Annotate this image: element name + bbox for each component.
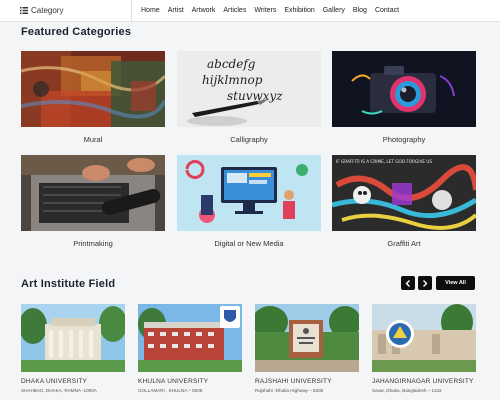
nav-link-exhibition[interactable]: Exhibition [284,7,314,14]
institute-name-khulna: KHULNA UNIVERSITY [138,378,209,385]
institute-name-rajshahi: RAJSHAHI UNIVERSITY [255,378,332,385]
nav-link-artwork[interactable]: Artwork [192,7,216,14]
carousel-prev-button[interactable] [401,276,415,290]
calligraphy-line-1: abcdefg [207,57,256,71]
dhaka-university-image [21,304,125,372]
nav-link-contact[interactable]: Contact [375,7,399,14]
graffiti-art-image: IF GRAFFITI IS A CRIME, LET GOD FORGIVE … [332,155,476,231]
category-card-digital-media[interactable]: Digital or New Media [177,155,321,248]
institute-address-dhaka: SHAHBAG, DHAKA, RAMNA -1000A [21,388,97,393]
category-label-printmaking: Printmaking [73,239,113,248]
category-card-calligraphy[interactable]: abcdefg hijklmnop stuvwxyz Calligraphy [177,51,321,144]
nav-link-artist[interactable]: Artist [168,7,184,14]
nav-link-blog[interactable]: Blog [353,7,367,14]
carousel-next-button[interactable] [418,276,432,290]
digital-media-image [177,155,321,231]
institute-name-dhaka: DHAKA UNIVERSITY [21,378,88,385]
category-card-mural[interactable]: Mural [21,51,165,144]
chevron-left-icon [405,279,410,287]
nav-link-home[interactable]: Home [141,7,160,14]
category-card-printmaking[interactable]: Printmaking [21,155,165,248]
institute-card-dhaka[interactable]: DHAKA UNIVERSITY SHAHBAG, DHAKA, RAMNA -… [21,304,125,393]
institute-address-jahangirnagar: Savar, Dhaka, Bangladesh – 1342 [372,388,442,393]
nav-link-gallery[interactable]: Gallery [323,7,345,14]
featured-categories-heading: Featured Categories [21,26,132,38]
category-label-mural: Mural [83,135,103,144]
printmaking-image [21,155,165,231]
view-all-button[interactable]: View All [436,276,475,290]
institute-card-khulna[interactable]: KHULNA UNIVERSITY GOLLAMARI , KHULNA – 9… [138,304,242,393]
rajshahi-university-image [255,304,359,372]
institute-address-khulna: GOLLAMARI , KHULNA – 9208 [138,388,203,393]
institute-name-jahangirnagar: JAHANGIRNAGAR UNIVERSITY [372,378,474,385]
institute-card-jahangirnagar[interactable]: JAHANGIRNAGAR UNIVERSITY Savar, Dhaka, B… [372,304,476,393]
category-label: Category [31,6,64,15]
nav-link-writers[interactable]: Writers [254,7,276,14]
khulna-university-image [138,304,242,372]
main-nav: Home Artist Artwork Articles Writers Exh… [132,7,407,14]
category-menu-button[interactable]: Category [0,0,132,22]
art-institute-heading: Art Institute Field [21,278,116,290]
calligraphy-line-2: hijklmnop [202,73,263,87]
photography-image [332,51,476,127]
list-icon [20,7,28,14]
category-card-graffiti-art[interactable]: IF GRAFFITI IS A CRIME, LET GOD FORGIVE … [332,155,476,248]
calligraphy-line-3: stuvwxyz [227,89,283,103]
jahangirnagar-university-image [372,304,476,372]
institute-card-rajshahi[interactable]: RAJSHAHI UNIVERSITY Rajshahi -Dhaka High… [255,304,359,393]
top-navbar: Category Home Artist Artwork Articles Wr… [0,0,500,22]
category-label-digital-media: Digital or New Media [214,239,284,248]
institute-address-rajshahi: Rajshahi -Dhaka Highway – 6205 [255,388,324,393]
category-label-photography: Photography [382,135,426,144]
graffiti-art-text: IF GRAFFITI IS A CRIME, LET GOD FORGIVE … [336,159,432,164]
category-label-calligraphy: Calligraphy [230,135,268,144]
mural-image [21,51,165,127]
calligraphy-image: abcdefg hijklmnop stuvwxyz [177,51,321,127]
nav-link-articles[interactable]: Articles [223,7,246,14]
category-label-graffiti-art: Graffiti Art [387,239,421,248]
category-card-photography[interactable]: Photography [332,51,476,144]
chevron-right-icon [423,279,428,287]
